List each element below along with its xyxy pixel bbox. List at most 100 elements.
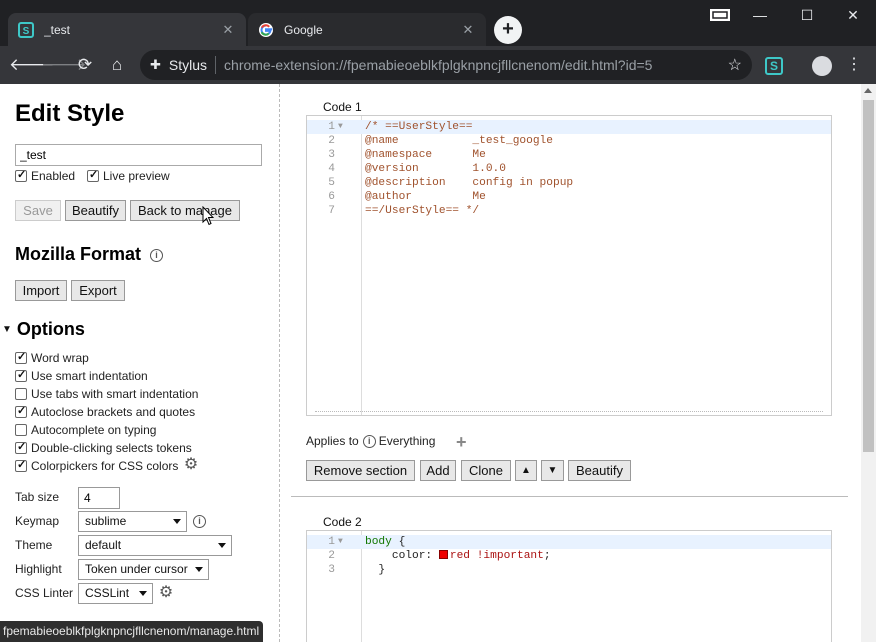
section-divider [291, 496, 848, 497]
info-icon[interactable]: i [150, 248, 164, 262]
menu-kebab-icon[interactable]: ⋮ [846, 54, 862, 76]
forward-icon[interactable]: 🡒 [41, 54, 87, 76]
code-text: /* ==UserStyle== [365, 120, 472, 134]
code-line[interactable]: 1 ▼ /* ==UserStyle== [307, 120, 831, 134]
code-token: { [391, 536, 406, 548]
option-use-smart-indentation-checkbox[interactable]: Use smart indentation [15, 368, 148, 383]
line-number: 2 [328, 550, 335, 562]
options-toggle[interactable]: ▼ Options [2, 319, 85, 340]
option-colorpickers-for-css-colors-checkbox[interactable]: Colorpickers for CSS colors [15, 458, 178, 473]
tab-test[interactable]: S _test ✕ [8, 13, 246, 46]
back-to-manage-button[interactable]: Back to manage [130, 200, 240, 221]
code-line[interactable]: 3 @namespace Me [307, 148, 831, 162]
highlight-value: Token under cursor [85, 562, 188, 576]
option-autoclose-brackets-and-quotes-checkbox[interactable]: Autoclose brackets and quotes [15, 404, 195, 419]
line-number: 1 [328, 536, 335, 548]
enabled-checkbox[interactable]: Enabled [15, 168, 76, 183]
option-double-clicking-selects-tokens-checkbox[interactable]: Double-clicking selects tokens [15, 440, 192, 455]
clone-section-button[interactable]: Clone [461, 460, 511, 481]
code-text: color: red !important; [365, 549, 551, 563]
omnibox[interactable]: ✚ Stylus chrome-extension://fpemabieoebl… [140, 50, 752, 80]
code-editor[interactable]: 1 ▼ /* ==UserStyle== 2 @name _test_google 3 @n… [306, 115, 832, 416]
import-button[interactable]: Import [15, 280, 67, 301]
url-text[interactable]: chrome-extension://fpemabieoeblkfplgknpn… [224, 57, 728, 73]
fold-arrow-icon[interactable]: ▼ [338, 535, 343, 549]
resize-handle[interactable] [315, 411, 823, 415]
option-use-tabs-with-smart-indentation-checkbox[interactable]: Use tabs with smart indentation [15, 387, 198, 401]
add-applies-to-icon[interactable]: + [456, 432, 467, 453]
code-line[interactable]: 2 @name _test_google [307, 134, 831, 148]
code-line[interactable]: 4 @version 1.0.0 [307, 162, 831, 176]
info-icon[interactable]: i [362, 434, 376, 448]
browser-toolbar: 🡐 🡒 ⟳ ⌂ ✚ Stylus chrome-extension://fpem… [0, 46, 876, 84]
beautify-section-button[interactable]: Beautify [568, 460, 631, 481]
keymap-label: Keymap [15, 514, 60, 528]
scrollbar-thumb[interactable] [863, 100, 874, 452]
highlight-select[interactable]: Token under cursor [78, 559, 209, 580]
save-button[interactable]: Save [15, 200, 61, 221]
new-tab-button[interactable]: + [494, 16, 522, 44]
reload-icon[interactable]: ⟳ [73, 54, 97, 76]
code-line[interactable]: 6 @author Me [307, 190, 831, 204]
code-line[interactable]: 3 } [307, 563, 831, 577]
export-button[interactable]: Export [71, 280, 125, 301]
applies-to-value[interactable]: Everything [379, 434, 436, 448]
stylus-extension-icon[interactable]: S [765, 57, 783, 75]
vertical-scrollbar[interactable] [861, 84, 876, 642]
bookmark-star-icon[interactable]: ☆ [728, 55, 742, 75]
tab-google[interactable]: Google ✕ [248, 13, 486, 46]
checkbox-checked-icon [15, 368, 27, 382]
code-editor[interactable]: 1 ▼ body {2 color: red !important; 3 } [306, 530, 832, 642]
tab-close-icon[interactable]: ✕ [220, 22, 236, 38]
css-linter-select[interactable]: CSSLint [78, 583, 153, 604]
move-up-button[interactable]: ▲ [515, 460, 537, 481]
panel-divider[interactable] [279, 84, 280, 642]
tab-title: Google [284, 22, 323, 37]
info-icon[interactable]: i [193, 515, 206, 528]
color-swatch-icon[interactable] [438, 550, 448, 559]
maximize-icon[interactable]: ☐ [792, 7, 822, 24]
live-preview-checkbox[interactable]: Live preview [87, 168, 170, 183]
add-section-button[interactable]: Add [420, 460, 456, 481]
beautify-button[interactable]: Beautify [65, 200, 126, 221]
svg-text:S: S [23, 26, 30, 37]
option-word-wrap-checkbox[interactable]: Word wrap [15, 350, 89, 365]
move-down-button[interactable]: ▼ [541, 460, 564, 481]
code-line[interactable]: 5 @description config in popup [307, 176, 831, 190]
theme-select[interactable]: default [78, 535, 232, 556]
gear-icon[interactable]: ⚙ [183, 457, 199, 473]
code-text: @name _test_google [365, 134, 553, 148]
chevron-down-icon [218, 543, 226, 548]
code-line[interactable]: 1 ▼ body { [307, 535, 831, 549]
tab-strip: S _test ✕ Google ✕ + — ☐ ✕ [0, 0, 876, 46]
tab-size-input[interactable] [78, 487, 120, 509]
option-label: Autocomplete on typing [31, 423, 157, 437]
option-label: Word wrap [31, 351, 89, 365]
tab-search-icon[interactable] [705, 7, 735, 26]
minimize-icon[interactable]: — [745, 7, 775, 23]
mozilla-format-title: Mozilla Format [15, 244, 142, 264]
scroll-up-icon[interactable] [864, 88, 872, 93]
home-icon[interactable]: ⌂ [105, 54, 129, 76]
css-linter-label: CSS Linter [15, 586, 74, 600]
back-icon[interactable]: 🡐 [9, 54, 55, 76]
profile-avatar[interactable] [812, 56, 832, 76]
line-number: 2 [328, 135, 335, 147]
remove-section-button[interactable]: Remove section [306, 460, 415, 481]
puzzle-icon: ✚ [150, 57, 161, 72]
code-line[interactable]: 7 ==/UserStyle== */ [307, 204, 831, 218]
code-line[interactable]: 2 color: red !important; [307, 549, 831, 563]
line-number: 4 [328, 163, 335, 175]
code-token: body [365, 536, 392, 548]
option-autocomplete-on-typing-checkbox[interactable]: Autocomplete on typing [15, 423, 156, 437]
keymap-select[interactable]: sublime [78, 511, 187, 532]
code-token: @author Me [365, 191, 486, 203]
line-number: 1 [328, 121, 335, 133]
enabled-label: Enabled [31, 169, 76, 183]
fold-arrow-icon[interactable]: ▼ [338, 120, 343, 134]
checkbox-checked-icon [15, 404, 27, 418]
gear-icon[interactable]: ⚙ [158, 585, 174, 601]
style-name-input[interactable] [15, 144, 262, 166]
tab-close-icon[interactable]: ✕ [460, 22, 476, 38]
window-close-icon[interactable]: ✕ [838, 7, 868, 24]
